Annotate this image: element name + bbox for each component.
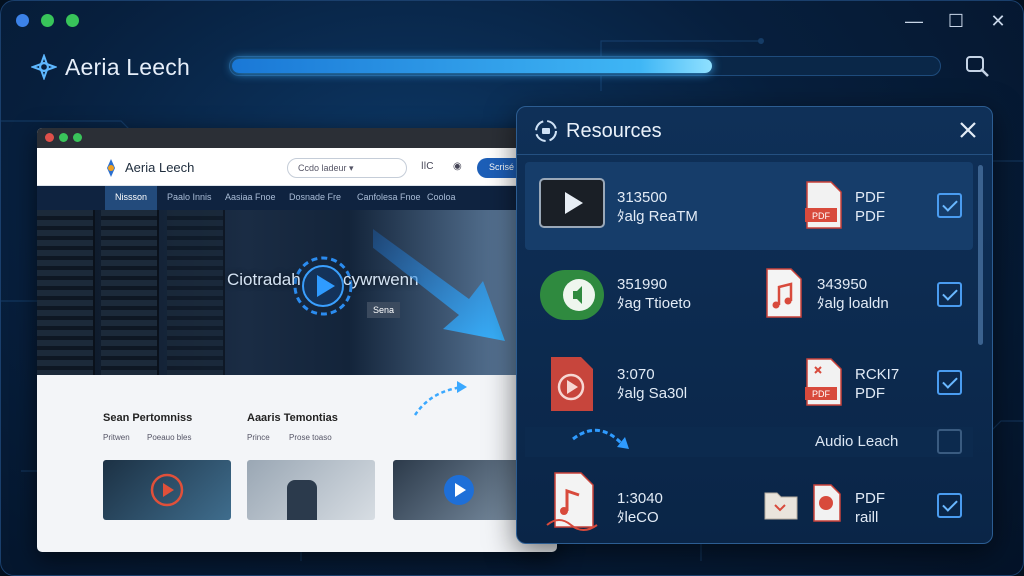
folder-icon xyxy=(764,492,798,520)
video-file-icon xyxy=(539,178,605,228)
site-logo-text: Aeria Leech xyxy=(125,160,195,175)
browser-chrome xyxy=(37,128,557,148)
scrollbar[interactable] xyxy=(978,165,983,345)
resource-type-line: PDF xyxy=(855,208,885,225)
app-brand: Aeria Leech xyxy=(31,51,190,83)
resource-size: 313500 xyxy=(617,189,668,206)
resource-row[interactable]: 351990 ﾀag Ttioeto 343950 ﾀalg loaldn xyxy=(525,251,973,339)
site-nav: Nissson Paalo Innis Aasiaa Fnoe Dosnade … xyxy=(37,186,557,210)
curve-arrow-icon xyxy=(413,381,467,416)
window-dot-blue[interactable] xyxy=(16,14,29,27)
resource-row[interactable]: 3:070 ﾀalg Sa30l PDF RCKI7 PDF xyxy=(525,339,973,427)
site-nav-item[interactable]: Aasiaa Fnoe xyxy=(225,192,276,202)
audio-file-icon xyxy=(540,270,604,320)
search-icon[interactable] xyxy=(963,53,993,81)
resource-checkbox[interactable] xyxy=(937,370,962,395)
office-thumbnail[interactable] xyxy=(247,460,375,520)
audio-leach-checkbox[interactable] xyxy=(937,429,962,454)
resource-row[interactable]: 1:3040 ﾀleCO PDF raill xyxy=(525,459,973,543)
site-nav-item[interactable]: Dosnade Fre xyxy=(289,192,341,202)
resources-icon xyxy=(535,120,557,142)
resource-type-line: raill xyxy=(855,509,879,526)
section-title: Sean Pertomniss xyxy=(103,412,193,424)
section-meta: Prose toaso xyxy=(289,433,332,442)
video-thumbnail[interactable] xyxy=(393,460,521,520)
app-title: Aeria Leech xyxy=(65,53,190,80)
site-eye-icon[interactable]: ◉ xyxy=(453,161,462,172)
download-progress-fill xyxy=(232,59,712,73)
close-button[interactable]: ✕ xyxy=(985,9,1011,33)
resource-type: RCKI7 PDF xyxy=(855,365,899,403)
resource-type: PDF raill xyxy=(855,489,885,527)
resource-info: 313500 ﾀalg ReaTM xyxy=(617,188,698,226)
play-icon xyxy=(444,475,474,505)
resource-info: 351990 ﾀag Ttioeto xyxy=(617,275,691,313)
app-window: — ☐ ✕ Aeria Leech Aeria Leech Ccdo ladeu… xyxy=(0,0,1024,576)
window-dot-green[interactable] xyxy=(41,14,54,27)
resources-panel: Resources 313500 ﾀalg ReaTM PDF PDF PDF … xyxy=(516,106,993,544)
resource-checkbox[interactable] xyxy=(937,193,962,218)
site-search[interactable]: Ccdo ladeur ▾ xyxy=(287,158,407,178)
resource-type-line: PDF xyxy=(855,490,885,507)
maximize-button[interactable]: ☐ xyxy=(943,9,969,33)
panel-title: Resources xyxy=(566,120,662,142)
video-thumbnail[interactable] xyxy=(103,460,231,520)
resource-size: 1:3040 xyxy=(617,490,663,507)
resource-checkbox[interactable] xyxy=(937,493,962,518)
play-icon xyxy=(150,473,184,507)
site-logo-icon xyxy=(107,159,115,177)
close-icon[interactable] xyxy=(955,117,981,143)
resource-name: ﾀalg ReaTM xyxy=(617,208,698,225)
hero-title-left: Ciotradah xyxy=(227,270,301,289)
resource-size: 351990 xyxy=(617,276,668,293)
resource-type: 343950 ﾀalg loaldn xyxy=(817,275,889,313)
resource-row[interactable]: 313500 ﾀalg ReaTM PDF PDF PDF xyxy=(525,162,973,250)
section-title: Aaaris Temontias xyxy=(247,412,338,424)
download-progress-bar xyxy=(229,56,941,76)
pdf-file-icon: PDF xyxy=(805,358,842,406)
window-dot-green-2[interactable] xyxy=(66,14,79,27)
section-meta: Prince xyxy=(247,433,270,442)
pdf-file-icon: PDF xyxy=(805,181,842,229)
site-nav-item[interactable]: Cooloa xyxy=(427,192,456,202)
site-nav-item[interactable]: Paalo Innis xyxy=(167,192,212,202)
resource-name: ﾀag Ttioeto xyxy=(617,295,691,312)
audio-file-icon xyxy=(546,472,598,531)
site-nav-item[interactable]: Canfolesa Fnoe xyxy=(357,192,421,202)
minimize-button[interactable]: — xyxy=(901,9,927,33)
panel-header: Resources xyxy=(517,107,992,155)
site-nav-item[interactable]: Nissson xyxy=(105,186,158,210)
resource-type-line: PDF xyxy=(855,385,885,402)
audio-leach-label: Audio Leach xyxy=(815,433,899,450)
site-ctrl[interactable]: ǀǀC xyxy=(421,161,433,172)
resource-type-line: PDF xyxy=(855,189,885,206)
resource-type-line: RCKI7 xyxy=(855,366,900,383)
resource-size: 3:070 xyxy=(617,366,655,383)
resource-type-line: 343950 xyxy=(817,276,868,293)
logo-icon xyxy=(31,54,57,80)
resource-type-line: ﾀalg loaldn xyxy=(817,295,889,312)
music-file-icon xyxy=(766,268,802,318)
refresh-arrow-icon xyxy=(572,428,629,449)
resource-type: PDF PDF xyxy=(855,188,885,226)
video-file-icon xyxy=(551,357,593,411)
audio-leach-row[interactable]: Audio Leach xyxy=(525,427,973,457)
resource-checkbox[interactable] xyxy=(937,282,962,307)
pdf-badge-text: PDF xyxy=(812,211,831,221)
resource-info: 3:070 ﾀalg Sa30l xyxy=(617,365,687,403)
site-header: Aeria Leech Ccdo ladeur ▾ ǀǀC ◉ Scrisé ▾ xyxy=(37,148,557,186)
resource-name: ﾀleCO xyxy=(617,509,659,526)
resource-name: ﾀalg Sa30l xyxy=(617,385,688,402)
resource-info: 1:3040 ﾀleCO xyxy=(617,489,663,527)
section-meta: Pritwen xyxy=(103,433,130,442)
pdf-badge-text: PDF xyxy=(812,389,831,399)
download-arrow-icon xyxy=(373,229,505,341)
section-meta: Poeauo bles xyxy=(147,433,192,442)
pdf-file-icon xyxy=(813,484,841,522)
